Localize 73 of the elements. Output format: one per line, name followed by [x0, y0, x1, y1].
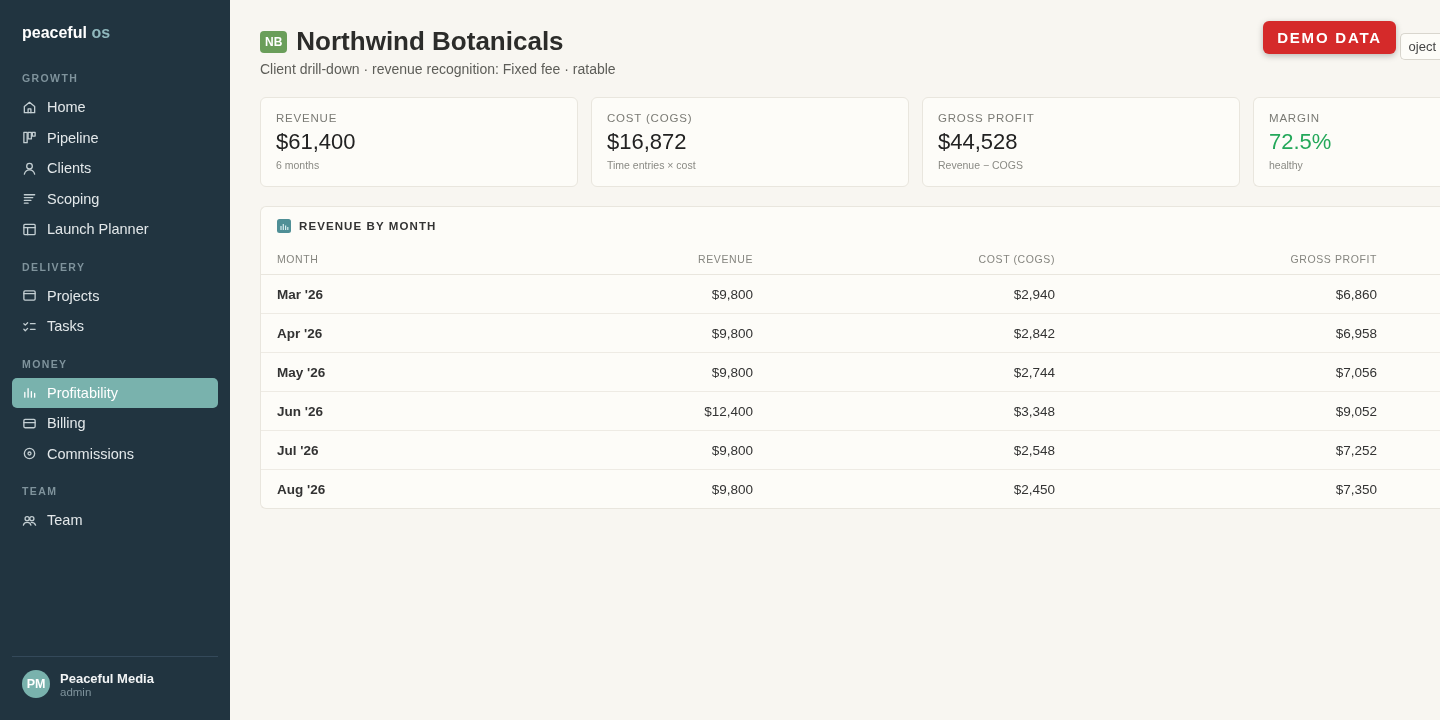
column-header: COST (COGS)	[978, 253, 1055, 265]
column-header: MONTH	[277, 253, 319, 265]
kpi-label: GROSS PROFIT	[938, 112, 1036, 124]
column-header: REVENUE	[698, 253, 753, 265]
nav-item[interactable]: Launch Planner	[12, 214, 218, 244]
table-cell: $7,252	[1335, 442, 1377, 458]
table-cell: $2,744	[1013, 364, 1055, 380]
nav-item[interactable]: Scoping	[12, 183, 218, 214]
user-name: Peaceful Media	[60, 670, 154, 686]
circle-icon	[22, 446, 37, 461]
kpi-note: 6 months	[276, 159, 321, 171]
table-cell: $9,052	[1335, 403, 1377, 419]
table-cell: $2,548	[1013, 442, 1055, 458]
table-cell: May '26	[277, 364, 326, 380]
table-cell: $2,450	[1013, 481, 1055, 497]
table-cell: Jun '26	[277, 403, 323, 419]
table-cell: $6,860	[1335, 286, 1377, 302]
client-badge: NB	[260, 30, 288, 53]
table-cell: $9,800	[711, 442, 753, 458]
user-role: admin	[60, 685, 93, 698]
kanban-icon	[22, 130, 37, 145]
person-icon	[22, 160, 37, 176]
kpi-value: $61,400	[276, 129, 357, 155]
nav-item[interactable]: Commissions	[12, 438, 218, 469]
kpi-value: $44,528	[938, 129, 1019, 155]
table-cell: Jul '26	[277, 442, 319, 458]
avatar: PM	[22, 670, 50, 698]
section-heading: DELIVERY	[21, 260, 87, 273]
kpi-note: Revenue − COGS	[938, 159, 1024, 171]
table-cell: $2,842	[1013, 325, 1055, 341]
kpi-value: $16,872	[607, 129, 688, 155]
table-cell: $9,800	[711, 325, 753, 341]
app-logo: peaceful os	[21, 24, 112, 42]
kpi-label: REVENUE	[276, 112, 339, 124]
nav-item[interactable]: Clients	[12, 153, 218, 183]
project-button[interactable]: oject	[1399, 33, 1440, 60]
table-cell: Aug '26	[277, 481, 326, 497]
nav-item[interactable]: Home	[12, 92, 218, 122]
nav-item[interactable]: Team	[12, 505, 218, 535]
table-title: REVENUE BY MONTH	[299, 220, 437, 232]
bar-chart-icon	[22, 385, 37, 400]
demo-data-badge: DEMO DATA	[1263, 21, 1396, 54]
table-cell: $12,400	[704, 403, 753, 419]
kpi-label: COST (COGS)	[607, 112, 694, 124]
kpi-label: MARGIN	[1269, 112, 1321, 124]
table-cell: Apr '26	[277, 325, 323, 341]
table-cell: $3,348	[1013, 403, 1055, 419]
bar-chart-icon	[277, 219, 291, 233]
nav-item[interactable]: Tasks	[12, 311, 218, 341]
table-cell: $9,800	[711, 286, 753, 302]
section-heading: GROWTH	[21, 72, 80, 84]
kpi-note: healthy	[1269, 159, 1304, 171]
table-cell: $9,800	[711, 481, 753, 497]
table-cell: $7,350	[1335, 481, 1377, 497]
column-header: GROSS PROFIT	[1290, 253, 1377, 265]
nav-item[interactable]: Billing	[12, 408, 218, 438]
section-heading: MONEY	[21, 357, 69, 370]
nav-item[interactable]: Pipeline	[12, 122, 218, 153]
section-heading: TEAM	[21, 485, 59, 497]
nav-item[interactable]: Projects	[12, 280, 218, 311]
table-cell: $6,958	[1335, 325, 1377, 341]
window-icon	[22, 288, 37, 303]
home-icon	[22, 99, 37, 115]
kpi-value: 72.5%	[1269, 129, 1333, 155]
lines-icon	[22, 191, 37, 206]
table-cell: Mar '26	[277, 286, 323, 302]
page-title: Northwind Botanicals	[296, 26, 564, 57]
kpi-note: Time entries × cost	[607, 159, 697, 171]
table-cell: $2,940	[1013, 286, 1055, 302]
page-subtitle: Client drill-down · revenue recognition: Fixed fee · ratable	[260, 61, 616, 77]
table-cell: $9,800	[711, 364, 753, 380]
table-icon	[22, 221, 37, 237]
table-cell: $7,056	[1335, 364, 1377, 380]
